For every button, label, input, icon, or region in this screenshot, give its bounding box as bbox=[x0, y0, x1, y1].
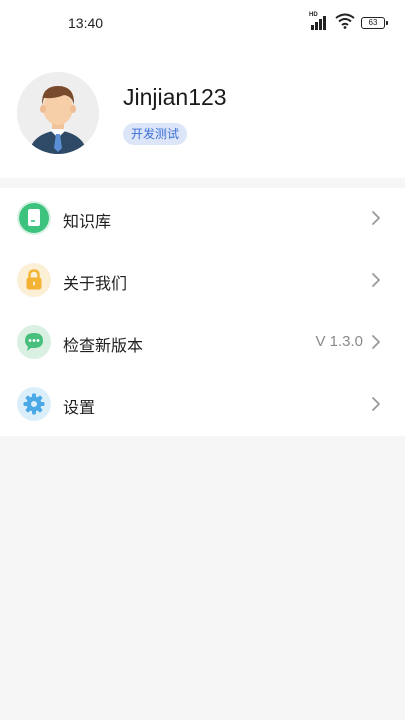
username: Jinjian123 bbox=[123, 84, 227, 110]
book-icon bbox=[17, 201, 51, 235]
menu-item-settings[interactable]: 设置 bbox=[0, 374, 405, 436]
lock-icon bbox=[17, 263, 51, 297]
menu-item-label: 知识库 bbox=[63, 212, 112, 231]
menu-item-label: 关于我们 bbox=[63, 274, 128, 293]
chevron-right-icon bbox=[372, 397, 380, 411]
signal-icon: HD bbox=[309, 12, 329, 31]
chevron-right-icon bbox=[372, 273, 380, 287]
network-type-label: HD bbox=[309, 12, 318, 18]
chevron-right-icon bbox=[372, 211, 380, 225]
status-bar: 13:40 HD 63 bbox=[0, 0, 405, 44]
menu-item-label: 设置 bbox=[63, 398, 96, 417]
battery-icon: 63 bbox=[361, 17, 388, 29]
menu-item-check-update[interactable]: 检查新版本 V 1.3.0 bbox=[0, 312, 405, 374]
chat-bubble-icon bbox=[17, 325, 51, 359]
version-value: V 1.3.0 bbox=[315, 333, 363, 350]
menu-item-label: 检查新版本 bbox=[63, 336, 144, 355]
chevron-right-icon bbox=[372, 335, 380, 349]
menu-list: 知识库 关于我们 检查新版本 V 1.3.0 设置 bbox=[0, 188, 405, 436]
status-time: 13:40 bbox=[68, 15, 104, 31]
role-badge: 开发测试 bbox=[123, 123, 188, 145]
profile-header: 13:40 HD 63 Jinjian123 开发测试 bbox=[0, 0, 405, 178]
status-icons: HD 63 bbox=[309, 12, 388, 33]
profile-section: Jinjian123 开发测试 bbox=[0, 70, 405, 160]
avatar-man-icon[interactable] bbox=[17, 72, 99, 154]
gear-icon bbox=[17, 387, 51, 421]
wifi-icon bbox=[335, 13, 355, 33]
menu-item-about-us[interactable]: 关于我们 bbox=[0, 250, 405, 312]
menu-item-knowledge-base[interactable]: 知识库 bbox=[0, 188, 405, 250]
